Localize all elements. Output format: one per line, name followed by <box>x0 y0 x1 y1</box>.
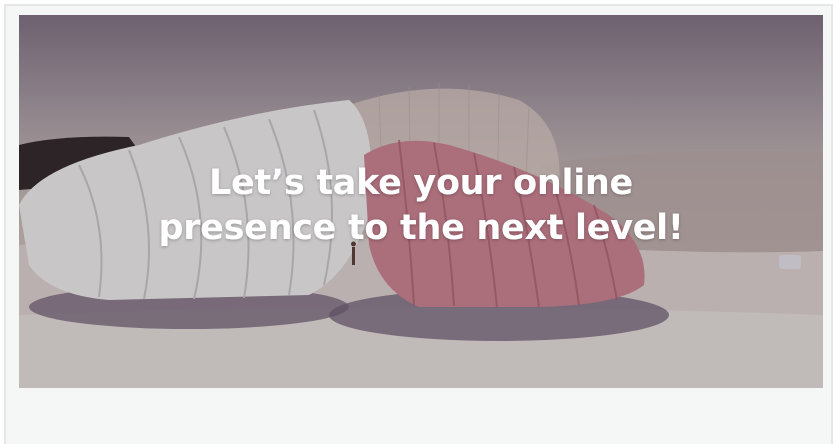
hero-banner: Let’s take your online presence to the n… <box>19 15 823 388</box>
image-badge-icon[interactable] <box>779 255 801 269</box>
hero-headline-line-1: Let’s take your online <box>209 163 633 203</box>
hero-headline: Let’s take your online presence to the n… <box>19 161 823 251</box>
hero-headline-line-2: presence to the next level! <box>158 208 684 248</box>
